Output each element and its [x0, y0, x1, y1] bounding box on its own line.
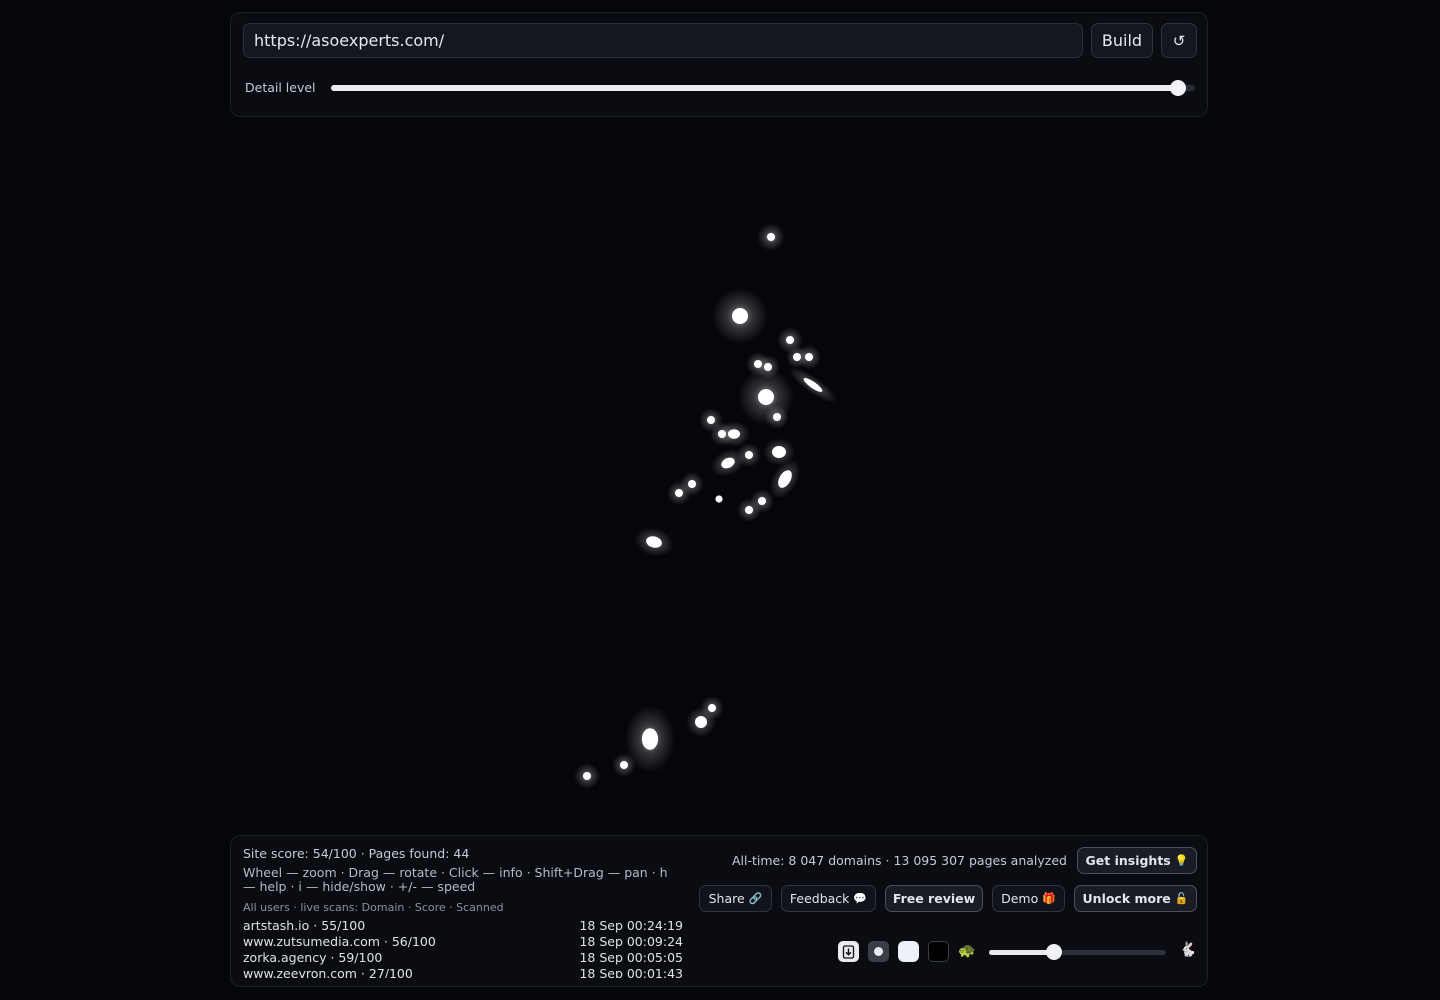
build-button[interactable]: Build	[1091, 23, 1153, 58]
speed-fill	[989, 950, 1055, 955]
scan-domain: zorka.agency · 59/100	[243, 950, 383, 965]
scan-row[interactable]: www.zutsumedia.com · 56/100 18 Sep 00:09…	[243, 934, 683, 950]
gift-icon: 🎁	[1042, 892, 1056, 905]
detail-level-fill	[331, 85, 1178, 91]
graph-node-core	[767, 233, 775, 241]
alltime-stats: All-time: 8 047 domains · 13 095 307 pag…	[732, 853, 1067, 868]
graph-node-core	[745, 506, 753, 514]
scan-list: artstash.io · 55/100 18 Sep 00:24:19 www…	[243, 918, 683, 978]
graph-node[interactable]	[757, 223, 785, 251]
get-insights-label: Get insights	[1085, 853, 1171, 868]
graph-node-core	[728, 429, 740, 439]
graph-node-core	[641, 728, 659, 750]
graph-node-core	[772, 446, 786, 458]
graph-node[interactable]	[797, 345, 821, 369]
dark-theme-icon[interactable]	[928, 941, 949, 962]
graph-node[interactable]	[631, 523, 677, 560]
demo-label: Demo	[1001, 891, 1039, 906]
graph-node-core	[805, 353, 813, 361]
graph-node-core	[786, 336, 794, 344]
refresh-icon: ↺	[1172, 31, 1186, 50]
scan-time: 18 Sep 00:01:43	[579, 966, 683, 978]
graph-node-core	[745, 451, 753, 459]
scan-time: 18 Sep 00:24:19	[579, 918, 683, 933]
site-score: Site score: 54/100 · Pages found: 44	[243, 846, 470, 861]
scan-domain: www.zutsumedia.com · 56/100	[243, 934, 436, 949]
graph-node[interactable]	[718, 421, 750, 447]
scan-time: 18 Sep 00:09:24	[579, 934, 683, 949]
graph-node-core	[732, 308, 748, 324]
unlock-more-label: Unlock more	[1082, 891, 1171, 906]
lightbulb-icon: 💡	[1174, 854, 1189, 867]
demo-button[interactable]: Demo 🎁	[992, 885, 1065, 912]
help-text: Wheel — zoom · Drag — rotate · Click — i…	[243, 865, 668, 894]
scan-row[interactable]: www.zeevron.com · 27/100 18 Sep 00:01:43	[243, 966, 683, 978]
graph-node[interactable]	[765, 405, 789, 429]
graph-node[interactable]	[686, 707, 716, 737]
url-input[interactable]	[243, 23, 1083, 58]
graph-node-core	[773, 413, 781, 421]
scan-time: 18 Sep 00:05:05	[579, 950, 683, 965]
graph-node-core	[715, 495, 723, 503]
graph-node-core	[620, 761, 628, 769]
detail-level-slider[interactable]	[331, 80, 1195, 96]
record-icon[interactable]	[868, 941, 889, 962]
graph-node-core	[675, 489, 683, 497]
unlock-icon: 🔓	[1174, 892, 1189, 905]
turtle-icon: 🐢	[958, 943, 976, 959]
graph-node[interactable]	[574, 763, 600, 789]
speech-bubble-icon: 💬	[853, 892, 868, 905]
feedback-label: Feedback	[789, 891, 850, 906]
scan-row[interactable]: artstash.io · 55/100 18 Sep 00:24:19	[243, 918, 683, 934]
scan-domain: www.zeevron.com · 27/100	[243, 966, 413, 978]
refresh-button[interactable]: ↺	[1161, 23, 1197, 58]
scan-domain: artstash.io · 55/100	[243, 918, 366, 933]
info-panel: Site score: 54/100 · Pages found: 44 Whe…	[230, 835, 1208, 987]
graph-node[interactable]	[737, 498, 761, 522]
unlock-more-button[interactable]: Unlock more 🔓	[1074, 885, 1197, 912]
detail-level-thumb[interactable]	[1169, 80, 1186, 96]
get-insights-button[interactable]: Get insights 💡	[1077, 847, 1197, 874]
free-review-button[interactable]: Free review	[885, 885, 983, 912]
graph-node-core	[583, 772, 591, 780]
share-button[interactable]: Share 🔗	[699, 885, 772, 912]
url-panel: Build ↺ Detail level	[230, 12, 1208, 117]
graph-node[interactable]	[712, 288, 768, 344]
graph-node[interactable]	[714, 494, 724, 504]
graph-node-core	[707, 416, 715, 424]
scan-row[interactable]: zorka.agency · 59/100 18 Sep 00:05:05	[243, 950, 683, 966]
free-review-label: Free review	[892, 891, 976, 906]
detail-level-label: Detail level	[245, 80, 316, 95]
speed-thumb[interactable]	[1046, 944, 1063, 960]
light-theme-icon[interactable]	[898, 941, 919, 962]
link-icon: 🔗	[748, 892, 763, 905]
speed-slider[interactable]	[989, 944, 1166, 960]
rabbit-icon: 🐇	[1179, 942, 1197, 958]
scans-header: All users · live scans: Domain · Score ·…	[243, 901, 504, 914]
download-icon[interactable]	[838, 941, 859, 962]
share-label: Share	[708, 891, 745, 906]
graph-node[interactable]	[667, 481, 691, 505]
graph-node[interactable]	[612, 753, 636, 777]
graph-node-core	[758, 389, 774, 405]
graph-node-core	[695, 716, 707, 728]
feedback-button[interactable]: Feedback 💬	[781, 885, 876, 912]
